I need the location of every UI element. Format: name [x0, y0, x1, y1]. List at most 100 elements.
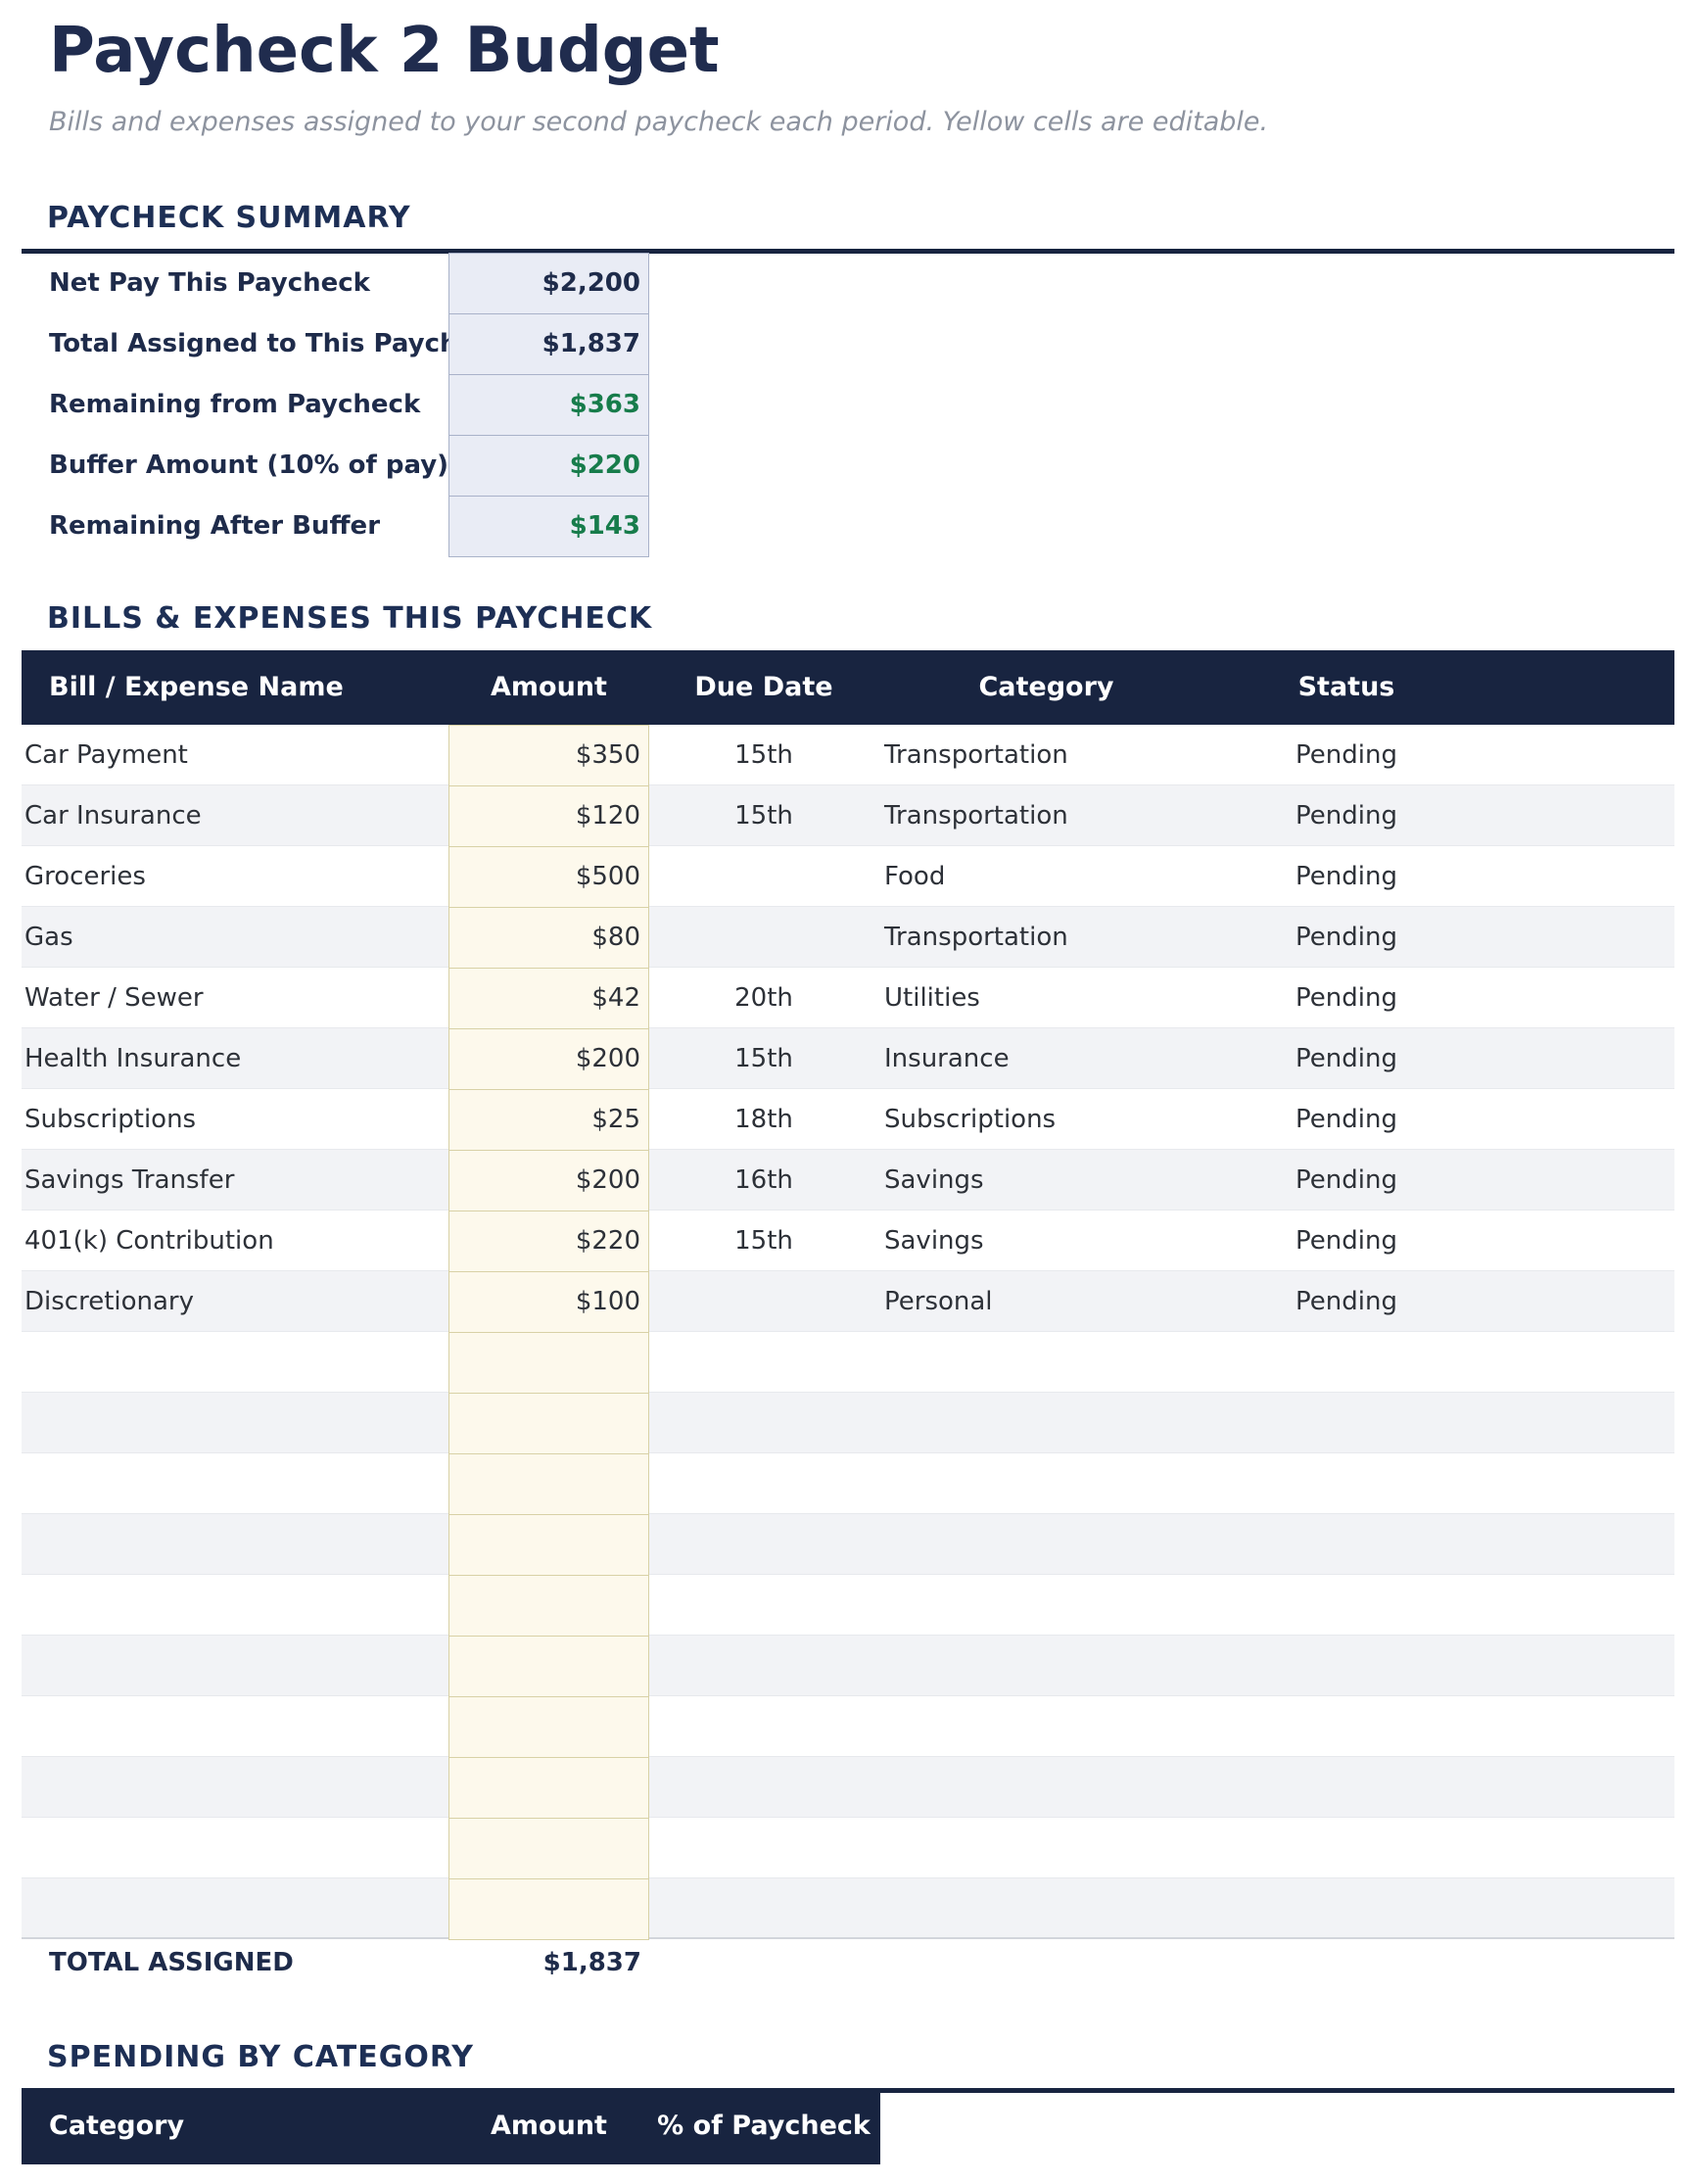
bill-category-cell: Transportation [884, 725, 1068, 785]
bill-amount-cell[interactable] [448, 1818, 649, 1879]
bill-status-cell: Pending [1214, 785, 1479, 846]
bill-category-cell: Savings [884, 1211, 984, 1271]
bill-amount-cell[interactable]: $80 [448, 907, 649, 969]
bill-row [22, 1332, 1674, 1393]
bill-category-cell: Insurance [884, 1028, 1010, 1089]
bill-name-cell: Gas [24, 907, 73, 968]
summary-label: Buffer Amount (10% of pay) [49, 435, 448, 496]
column-header-due-date: Due Date [649, 650, 878, 725]
page-title: Paycheck 2 Budget [49, 12, 720, 90]
column-header-status: Status [1214, 650, 1479, 725]
bill-row: Car Insurance$12015thTransportationPendi… [22, 785, 1674, 846]
bill-amount-cell[interactable] [448, 1636, 649, 1697]
bill-row: Gas$80TransportationPending [22, 907, 1674, 968]
bill-amount-cell[interactable]: $220 [448, 1211, 649, 1272]
bill-amount-cell[interactable] [448, 1393, 649, 1454]
summary-value-cell: $363 [448, 374, 649, 436]
summary-row: Total Assigned to This Paycheck$1,837 [22, 313, 1674, 374]
bill-amount-cell[interactable]: $100 [448, 1271, 649, 1333]
bill-status-cell: Pending [1214, 1150, 1479, 1211]
bill-amount-cell[interactable] [448, 1514, 649, 1576]
bill-status-cell: Pending [1214, 846, 1479, 907]
spending-heading: SPENDING BY CATEGORY [47, 2041, 474, 2074]
summary-heading: PAYCHECK SUMMARY [47, 202, 411, 235]
bill-amount-cell[interactable] [448, 1453, 649, 1515]
bill-amount-cell[interactable]: $120 [448, 785, 649, 847]
bill-name-cell: Subscriptions [24, 1089, 196, 1150]
bill-amount-cell[interactable] [448, 1878, 649, 1940]
bill-name-cell: Groceries [24, 846, 146, 907]
column-header-category: Category [878, 650, 1214, 725]
summary-value-cell: $2,200 [448, 253, 649, 314]
summary-row: Net Pay This Paycheck$2,200 [22, 253, 1674, 313]
bill-name-cell: Car Insurance [24, 785, 202, 846]
bill-amount-cell[interactable]: $42 [448, 968, 649, 1029]
bill-name-cell: Savings Transfer [24, 1150, 234, 1211]
bill-amount-cell[interactable] [448, 1575, 649, 1637]
bill-category-cell: Personal [884, 1271, 993, 1332]
bill-amount-cell[interactable]: $500 [448, 846, 649, 908]
bill-amount-cell[interactable]: $200 [448, 1028, 649, 1090]
bill-amount-cell[interactable]: $200 [448, 1150, 649, 1211]
bill-category-cell: Food [884, 846, 945, 907]
bill-row: Health Insurance$20015thInsurancePending [22, 1028, 1674, 1089]
summary-row: Buffer Amount (10% of pay)$220 [22, 435, 1674, 496]
bill-status-cell: Pending [1214, 1028, 1479, 1089]
bill-due-date-cell: 15th [649, 725, 878, 785]
summary-row: Remaining from Paycheck$363 [22, 374, 1674, 435]
bill-category-cell: Transportation [884, 785, 1068, 846]
bill-status-cell: Pending [1214, 1089, 1479, 1150]
bills-table-header: Bill / Expense Name Amount Due Date Cate… [22, 650, 1674, 725]
bill-name-cell: Water / Sewer [24, 968, 204, 1028]
spending-column-amount: Amount [448, 2088, 649, 2164]
bill-row [22, 1757, 1674, 1818]
bill-amount-cell[interactable]: $350 [448, 725, 649, 786]
summary-row: Remaining After Buffer$143 [22, 496, 1674, 556]
total-assigned-row: TOTAL ASSIGNED $1,837 [22, 1946, 1674, 1979]
bill-due-date-cell: 20th [649, 968, 878, 1028]
bill-row [22, 1696, 1674, 1757]
bill-amount-cell[interactable] [448, 1696, 649, 1758]
bill-category-cell: Utilities [884, 968, 980, 1028]
bill-name-cell: Discretionary [24, 1271, 194, 1332]
summary-label: Remaining After Buffer [49, 496, 448, 556]
bill-row [22, 1514, 1674, 1575]
bill-row: Savings Transfer $20016thSavings Pending [22, 1150, 1674, 1211]
spending-column-pct: % of Paycheck [649, 2088, 878, 2164]
total-assigned-value: $1,837 [448, 1946, 649, 1979]
bill-due-date-cell: 16th [649, 1150, 878, 1211]
bill-amount-cell[interactable] [448, 1332, 649, 1394]
bill-row: 401(k) Contribution$22015thSavingsPendin… [22, 1211, 1674, 1271]
page: Paycheck 2 Budget Bills and expenses ass… [0, 0, 1695, 2184]
bill-category-cell: Transportation [884, 907, 1068, 968]
summary-label: Remaining from Paycheck [49, 374, 448, 435]
spending-column-category: Category [49, 2088, 184, 2164]
bills-table: Bill / Expense Name Amount Due Date Cate… [22, 650, 1674, 1939]
bill-due-date-cell: 15th [649, 1211, 878, 1271]
bill-row: Discretionary $100 Personal Pending [22, 1271, 1674, 1332]
bill-status-cell: Pending [1214, 1271, 1479, 1332]
summary-label: Total Assigned to This Paycheck [49, 313, 448, 374]
bill-row [22, 1453, 1674, 1514]
bill-name-cell: Car Payment [24, 725, 188, 785]
column-header-amount: Amount [448, 650, 649, 725]
summary-value-cell: $143 [448, 496, 649, 557]
summary-value-cell: $1,837 [448, 313, 649, 375]
bill-category-cell: Savings [884, 1150, 984, 1211]
bill-row: Subscriptions$2518thSubscriptionsPending [22, 1089, 1674, 1150]
bills-heading: BILLS & EXPENSES THIS PAYCHECK [47, 602, 652, 636]
bill-row [22, 1636, 1674, 1696]
bill-category-cell: Subscriptions [884, 1089, 1056, 1150]
bill-row [22, 1878, 1674, 1939]
paycheck-summary-table: Net Pay This Paycheck$2,200Total Assigne… [22, 253, 1674, 556]
bill-row: Groceries $500 Food Pending [22, 846, 1674, 907]
bill-amount-cell[interactable]: $25 [448, 1089, 649, 1151]
bill-row [22, 1818, 1674, 1878]
bills-table-body: Car Payment$35015thTransportationPending… [22, 725, 1674, 1939]
bill-row [22, 1393, 1674, 1453]
bill-status-cell: Pending [1214, 1211, 1479, 1271]
summary-label: Net Pay This Paycheck [49, 253, 448, 313]
bill-amount-cell[interactable] [448, 1757, 649, 1819]
bill-due-date-cell: 18th [649, 1089, 878, 1150]
total-assigned-label: TOTAL ASSIGNED [49, 1946, 294, 1979]
